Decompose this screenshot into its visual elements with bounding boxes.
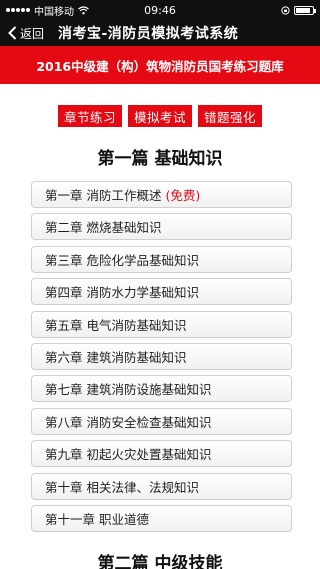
chapter-label: 第九章 初起火灾处置基础知识 xyxy=(45,447,212,463)
battery-icon xyxy=(294,5,316,15)
chapter-label: 第十一章 职业道德 xyxy=(45,511,149,527)
chapter-label: 第五章 电气消防基础知识 xyxy=(45,317,187,333)
tab-mock-exam[interactable]: 模拟考试 xyxy=(127,105,192,127)
chevron-left-icon xyxy=(8,26,17,40)
chapter-item[interactable]: 第十一章 职业道德 xyxy=(31,504,292,532)
status-bar: 中国移动 09:46 xyxy=(0,0,320,20)
chapter-label: 第四章 消防水力学基础知识 xyxy=(45,285,199,301)
chapter-label: 第二章 燃烧基础知识 xyxy=(45,220,162,236)
navigation-bar: 返回 消考宝-消防员模拟考试系统 xyxy=(0,20,320,46)
section-title-part2: 第二篇 中级技能 xyxy=(97,554,223,569)
mode-tabs: 章节练习 模拟考试 错题强化 xyxy=(0,105,320,127)
chapter-item[interactable]: 第三章 危险化学品基础知识 xyxy=(31,245,292,273)
page-title: 消考宝-消防员模拟考试系统 xyxy=(58,26,239,42)
tab-chapter-practice[interactable]: 章节练习 xyxy=(57,105,122,127)
chapter-label: 第一章 消防工作概述 xyxy=(45,188,162,203)
chapter-item[interactable]: 第七章 建筑消防设施基础知识 xyxy=(31,375,292,403)
chapter-item[interactable]: 第一章 消防工作概述 (免费) xyxy=(31,181,292,208)
battery-fill xyxy=(296,7,310,13)
chapter-list: 第一章 消防工作概述 (免费) 第二章 燃烧基础知识第三章 危险化学品基础知识 第四章… xyxy=(31,181,292,537)
chapter-item[interactable]: 第九章 初起火灾处置基础知识 xyxy=(31,440,292,468)
status-time: 09:46 xyxy=(144,3,176,17)
chapter-item[interactable]: 第六章 建筑消防基础知识 xyxy=(31,342,292,370)
chapter-label: 第三章 危险化学品基础知识 xyxy=(45,252,199,268)
chapter-item[interactable]: 第十章 相关法律、法规知识 xyxy=(31,472,292,500)
chapter-item[interactable]: 第四章 消防水力学基础知识 xyxy=(31,278,292,306)
back-label: 返回 xyxy=(20,26,45,41)
back-button[interactable]: 返回 xyxy=(0,25,60,42)
chapter-label: 第八章 消防安全检查基础知识 xyxy=(45,414,212,430)
section-title-part1: 第一篇 基础知识 xyxy=(97,149,223,169)
chapter-item[interactable]: 第五章 电气消防基础知识 xyxy=(31,310,292,338)
chapter-label: 第十章 相关法律、法规知识 xyxy=(45,479,199,495)
exam-banner: 2016中级建（构）筑物消防员国考练习题库 xyxy=(0,46,320,84)
chapter-item[interactable]: 第八章 消防安全检查基础知识 xyxy=(31,407,292,435)
chapter-label: 第六章 建筑消防基础知识 xyxy=(45,349,187,365)
chapter-label: 第七章 建筑消防设施基础知识 xyxy=(45,382,212,398)
tab-wrong-answers[interactable]: 错题强化 xyxy=(198,105,263,127)
free-badge: (免费) xyxy=(165,188,201,203)
chapter-item[interactable]: 第二章 燃烧基础知识 xyxy=(31,213,292,241)
